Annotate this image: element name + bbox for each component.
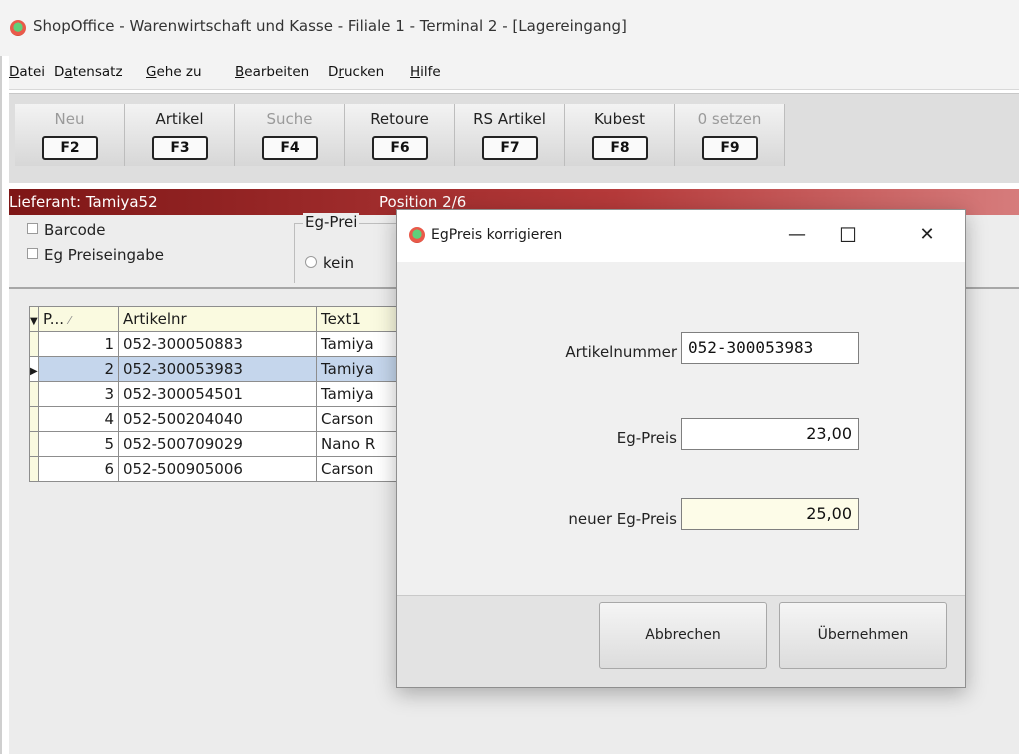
toolbar-0-setzen-button[interactable]: 0 setzen F9 [675, 104, 785, 166]
apply-button[interactable]: Übernehmen [779, 602, 947, 669]
eg-preiseingabe-label: Eg Preiseingabe [44, 246, 164, 264]
menu-drucken[interactable]: Drucken [328, 64, 384, 80]
cell-artikelnr[interactable]: 052-500709029 [118, 431, 317, 457]
egpreis-dialog: EgPreis korrigieren — ☐ ✕ Artikelnummer … [396, 209, 966, 688]
toolbar-artikel-button[interactable]: Artikel F3 [125, 104, 235, 166]
toolbar-button-label: 0 setzen [697, 110, 762, 128]
neuer-egpreis-label: neuer Eg-Preis [568, 510, 677, 528]
shortcut-key-badge: F6 [372, 136, 428, 160]
shortcut-key-badge: F3 [152, 136, 208, 160]
checkbox-box[interactable] [27, 248, 38, 259]
toolbar-suche-button[interactable]: Suche F4 [235, 104, 345, 166]
row-indicator [29, 381, 39, 407]
toolbar-button-label: Retoure [370, 110, 429, 128]
row-indicator: ▶ [29, 356, 39, 382]
window-title: ShopOffice - Warenwirtschaft und Kasse -… [33, 17, 627, 35]
cell-pos[interactable]: 4 [38, 406, 119, 432]
app-icon [409, 227, 425, 243]
cell-pos[interactable]: 1 [38, 331, 119, 357]
row-indicator [29, 331, 39, 357]
radio-circle[interactable] [305, 256, 317, 268]
menu-bearbeiten[interactable]: Bearbeiten [235, 64, 309, 80]
cell-artikelnr[interactable]: 052-500204040 [118, 406, 317, 432]
header-artikelnr[interactable]: Artikelnr [118, 306, 317, 332]
cell-artikelnr[interactable]: 052-500905006 [118, 456, 317, 482]
toolbar-retoure-button[interactable]: Retoure F6 [345, 104, 455, 166]
shortcut-key-badge: F9 [702, 136, 758, 160]
radio-kein-label: kein [323, 254, 355, 272]
artikelnummer-label: Artikelnummer [565, 343, 677, 361]
menubar: Datei Datensatz Gehe zu Bearbeiten Druck… [9, 56, 1019, 90]
close-icon[interactable]: ✕ [910, 220, 944, 250]
dialog-footer: Abbrechen Übernehmen [397, 596, 965, 687]
barcode-label: Barcode [44, 221, 106, 239]
main-titlebar: ShopOffice - Warenwirtschaft und Kasse -… [0, 0, 1019, 56]
window-border [0, 0, 9, 754]
toolbar: Neu F2 Artikel F3 Suche F4 Retoure F6 RS… [9, 93, 1019, 183]
barcode-checkbox[interactable]: Barcode [27, 221, 106, 239]
row-indicator [29, 406, 39, 432]
menu-hilfe[interactable]: Hilfe [410, 64, 441, 80]
dialog-title: EgPreis korrigieren [431, 227, 563, 243]
toolbar-button-label: Neu [54, 110, 85, 128]
egpreis-group-label: Eg-Prei [303, 213, 360, 231]
neuer-egpreis-field[interactable]: 25,00 [681, 498, 859, 530]
row-indicator [29, 431, 39, 457]
cell-artikelnr[interactable]: 052-300054501 [118, 381, 317, 407]
cell-pos[interactable]: 3 [38, 381, 119, 407]
header-pos[interactable]: P... ⁄ [38, 306, 119, 332]
toolbar-button-label: Artikel [155, 110, 204, 128]
sort-triangle-icon: ▼ [30, 316, 38, 327]
row-indicator [29, 456, 39, 482]
cell-pos[interactable]: 5 [38, 431, 119, 457]
menu-datensatz[interactable]: Datensatz [54, 64, 123, 80]
current-row-arrow-icon: ▶ [30, 366, 38, 377]
maximize-icon[interactable]: ☐ [831, 220, 865, 250]
dialog-body: Artikelnummer 052-300053983 Eg-Preis 23,… [397, 262, 965, 595]
toolbar-button-label: Suche [266, 110, 313, 128]
menu-datei[interactable]: Datei [9, 64, 45, 80]
dialog-titlebar[interactable]: EgPreis korrigieren — ☐ ✕ [397, 210, 965, 262]
app-icon [10, 20, 26, 36]
cell-artikelnr[interactable]: 052-300053983 [118, 356, 317, 382]
toolbar-rs-artikel-button[interactable]: RS Artikel F7 [455, 104, 565, 166]
toolbar-button-label: RS Artikel [473, 110, 546, 128]
shortcut-key-badge: F8 [592, 136, 648, 160]
artikelnummer-field[interactable]: 052-300053983 [681, 332, 859, 364]
cancel-button[interactable]: Abbrechen [599, 602, 767, 669]
cell-pos[interactable]: 2 [38, 356, 119, 382]
eg-preiseingabe-checkbox[interactable]: Eg Preiseingabe [27, 246, 164, 264]
checkbox-box[interactable] [27, 223, 38, 234]
egpreis-label: Eg-Preis [616, 429, 677, 447]
shortcut-key-badge: F4 [262, 136, 318, 160]
egpreis-field[interactable]: 23,00 [681, 418, 859, 450]
shortcut-key-badge: F2 [42, 136, 98, 160]
cell-pos[interactable]: 6 [38, 456, 119, 482]
menu-gehe-zu[interactable]: Gehe zu [146, 64, 202, 80]
cell-artikelnr[interactable]: 052-300050883 [118, 331, 317, 357]
minimize-icon[interactable]: — [780, 220, 814, 250]
header-indicator[interactable]: ▼ [29, 306, 39, 332]
radio-kein[interactable]: kein [305, 254, 354, 272]
toolbar-kubest-button[interactable]: Kubest F8 [565, 104, 675, 166]
sort-indicator-icon: ⁄ [68, 314, 71, 327]
supplier-label: Lieferant: Tamiya52 [9, 193, 158, 211]
toolbar-button-label: Kubest [593, 110, 646, 128]
shortcut-key-badge: F7 [482, 136, 538, 160]
toolbar-neu-button[interactable]: Neu F2 [15, 104, 125, 166]
